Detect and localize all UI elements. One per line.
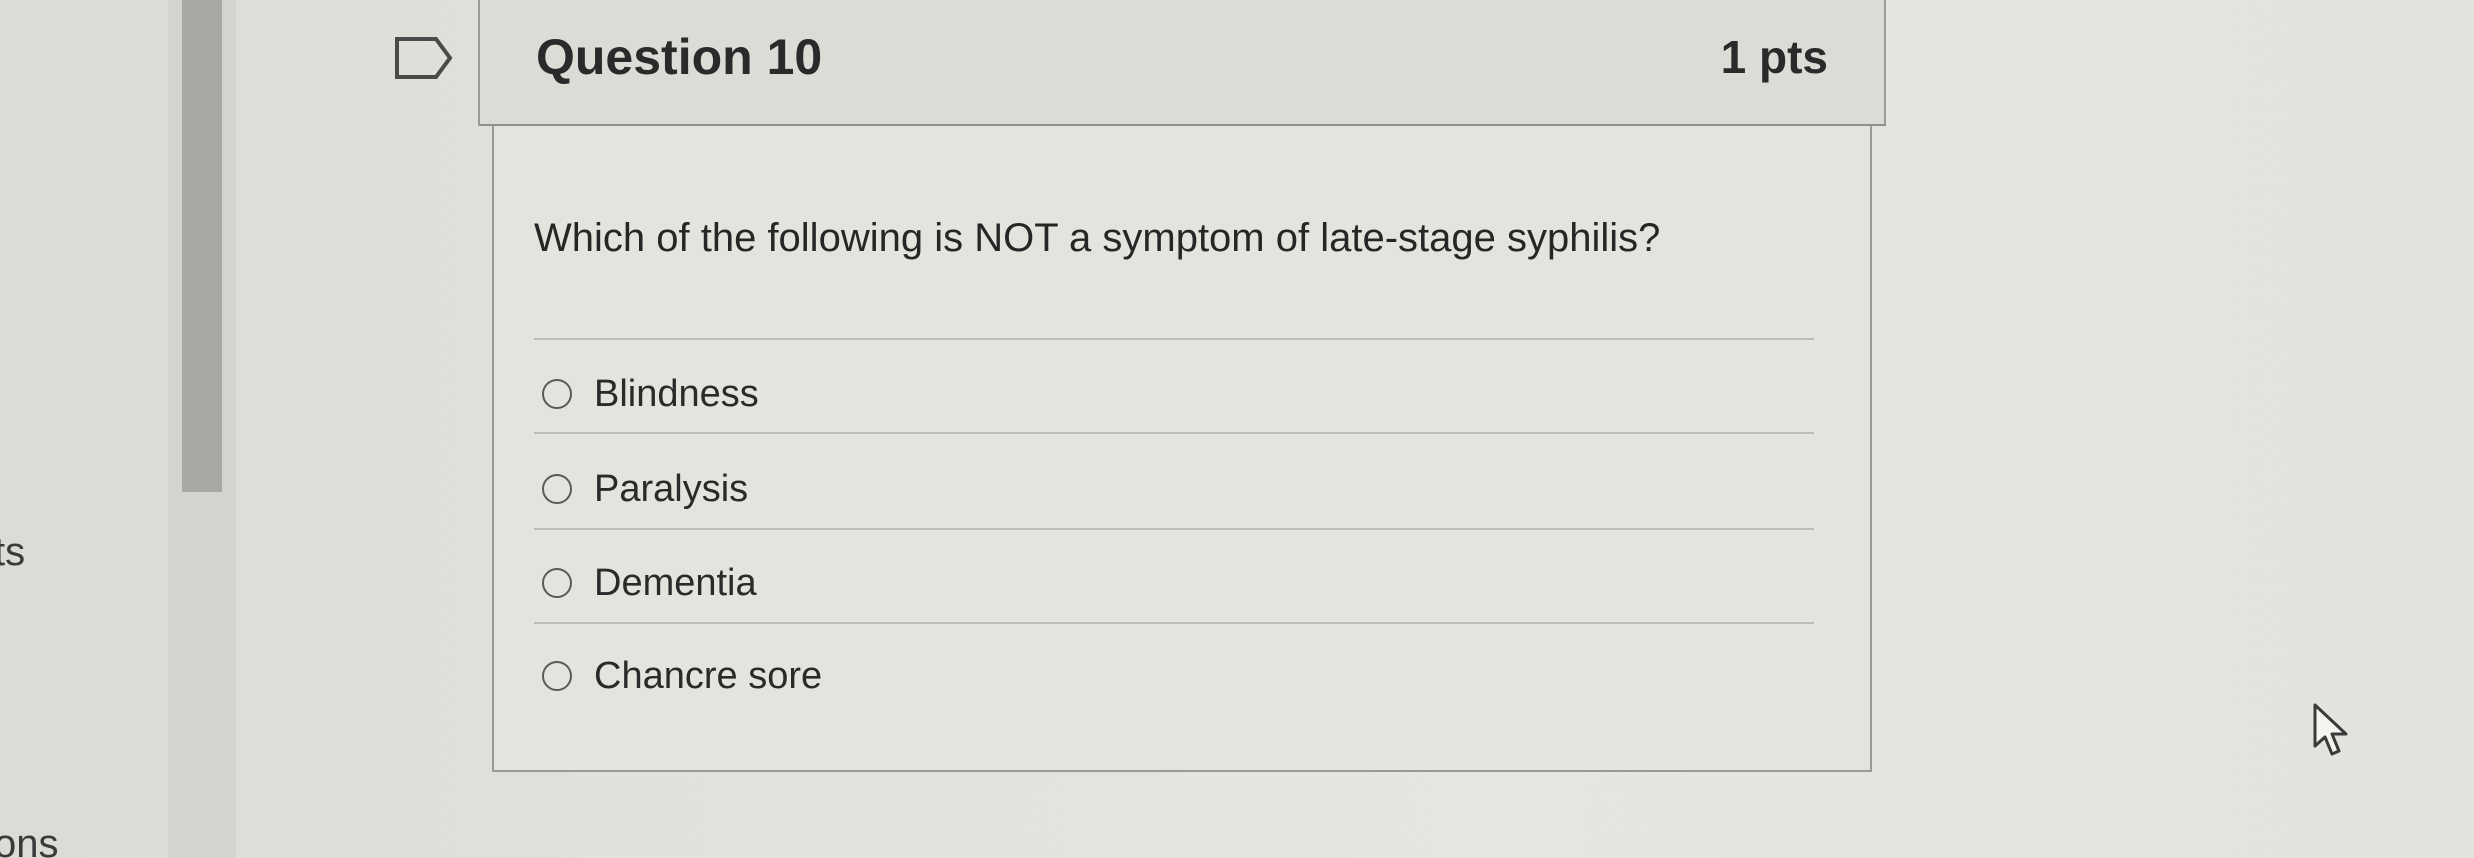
question-title: Question 10 (536, 29, 823, 85)
answer-option-blindness[interactable]: Blindness (542, 364, 1792, 424)
mouse-pointer-icon (2312, 702, 2352, 758)
radio-button[interactable] (542, 474, 572, 504)
radio-button[interactable] (542, 661, 572, 691)
answer-label: Chancre sore (594, 654, 823, 697)
radio-button[interactable] (542, 568, 572, 598)
question-header: Question 10 1 pts (478, 0, 1886, 126)
answer-label: Dementia (594, 561, 757, 604)
answer-label: Blindness (594, 372, 759, 415)
answer-divider (534, 622, 1814, 624)
answer-option-dementia[interactable]: Dementia (542, 553, 1792, 613)
radio-button[interactable] (542, 379, 572, 409)
sidebar-scroll-thumb[interactable] (182, 0, 222, 492)
question-points: 1 pts (1720, 31, 1828, 83)
answer-divider (534, 528, 1814, 530)
flag-question-icon[interactable] (394, 36, 454, 80)
answer-divider (534, 432, 1814, 434)
answer-option-paralysis[interactable]: Paralysis (542, 459, 1792, 519)
answer-label: Paralysis (594, 467, 749, 510)
answer-option-chancre-sore[interactable]: Chancre sore (542, 646, 1792, 706)
question-text: Which of the following is NOT a symptom … (534, 216, 1661, 260)
answers-top-divider (534, 338, 1814, 340)
edge-text-1: ts (0, 530, 26, 574)
question-card: Question 10 1 pts Which of the following… (478, 0, 1886, 772)
edge-text-2: ons (0, 822, 59, 858)
question-body: Which of the following is NOT a symptom … (492, 126, 1872, 772)
